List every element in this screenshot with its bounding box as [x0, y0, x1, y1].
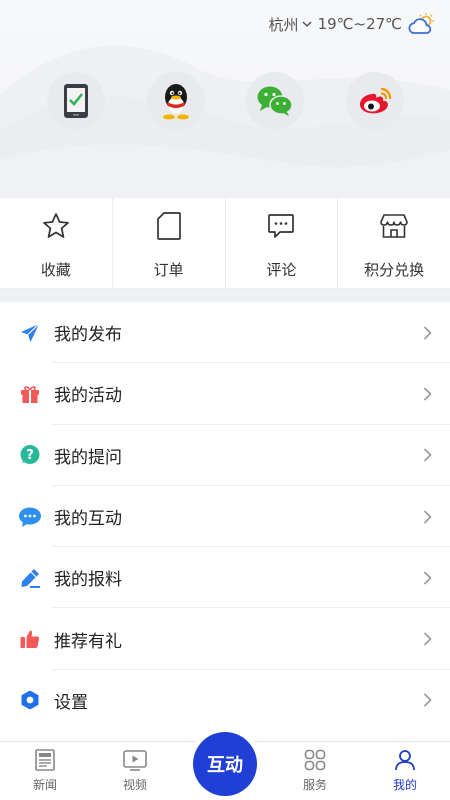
- menu-item-label: 我的提问: [54, 447, 122, 468]
- order-icon: [156, 212, 181, 240]
- menu-item-label: 我的发布: [54, 325, 122, 346]
- menu-item-label: 推荐有礼: [54, 631, 122, 652]
- quick-action-label: 收藏: [40, 261, 71, 279]
- profile-header: 杭州 19℃~27℃: [0, 0, 450, 197]
- grid-icon: [304, 749, 326, 771]
- interact-center-button[interactable]: 互动: [193, 732, 257, 796]
- weibo-login-button[interactable]: [346, 72, 404, 130]
- city-name: 杭州: [268, 15, 299, 34]
- city-selector[interactable]: 杭州: [269, 14, 312, 35]
- weibo-login-icon: [360, 87, 392, 114]
- menu-item-my-reports[interactable]: 我的报料: [0, 547, 450, 609]
- menu-item-my-questions[interactable]: ? 我的提问: [0, 425, 450, 487]
- menu-item-my-interactions[interactable]: 我的互动: [0, 486, 450, 548]
- shop-icon: [380, 214, 408, 238]
- profile-menu: 我的发布 我的活动 ? 我的提问 我的互动 我的报料 推荐有礼 设置: [0, 302, 450, 731]
- quick-action-label: 订单: [153, 261, 184, 279]
- chevron-right-icon: [423, 693, 432, 707]
- section-divider: [0, 289, 450, 302]
- partly-cloudy-icon: [408, 13, 434, 34]
- menu-item-label: 我的报料: [54, 570, 122, 591]
- chat-bubble-icon: [18, 505, 42, 529]
- tab-news[interactable]: 新闻: [0, 742, 90, 800]
- question-icon: ?: [18, 443, 42, 467]
- menu-item-label: 我的活动: [54, 386, 122, 407]
- chevron-right-icon: [423, 632, 432, 646]
- gift-icon: [18, 382, 42, 406]
- settings-hex-icon: [18, 688, 42, 712]
- chevron-right-icon: [423, 509, 432, 524]
- social-login-row: [0, 72, 450, 130]
- menu-item-my-posts[interactable]: 我的发布: [0, 302, 450, 364]
- wechat-login-button[interactable]: [246, 72, 304, 130]
- tab-services[interactable]: 服务: [270, 742, 360, 800]
- send-icon: [18, 321, 42, 345]
- thumbs-up-icon: [18, 627, 42, 651]
- tab-label: 服务: [302, 778, 327, 792]
- menu-item-label: 设置: [54, 692, 88, 713]
- phone-login-button[interactable]: [47, 72, 105, 130]
- tab-label: 视频: [122, 778, 147, 792]
- tab-label: 新闻: [32, 778, 57, 792]
- phone-login-icon: [64, 84, 88, 118]
- chevron-right-icon: [423, 326, 432, 340]
- chevron-down-icon: [302, 20, 312, 27]
- points-exchange-button[interactable]: 积分兑换: [338, 198, 450, 288]
- quick-actions-bar: 收藏 订单 评论 积分兑换: [0, 197, 450, 289]
- svg-text:?: ?: [26, 448, 34, 463]
- chevron-right-icon: [423, 571, 432, 585]
- qq-login-button[interactable]: [147, 72, 205, 130]
- favorites-button[interactable]: 收藏: [0, 198, 113, 288]
- menu-item-my-activities[interactable]: 我的活动: [0, 363, 450, 425]
- user-icon: [395, 750, 415, 771]
- pen-icon: [18, 566, 42, 590]
- orders-button[interactable]: 订单: [113, 198, 226, 288]
- menu-item-settings[interactable]: 设置: [0, 670, 450, 731]
- chevron-right-icon: [423, 448, 432, 462]
- qq-login-icon: [163, 84, 189, 120]
- quick-action-label: 积分兑换: [364, 261, 425, 279]
- wechat-login-icon: [257, 86, 293, 116]
- chevron-right-icon: [423, 387, 432, 401]
- video-icon: [123, 750, 147, 771]
- menu-item-label: 我的互动: [54, 509, 122, 530]
- weather-widget[interactable]: 杭州 19℃~27℃: [269, 12, 436, 36]
- news-icon: [35, 749, 55, 771]
- tab-label: 我的: [392, 778, 417, 792]
- temperature-range: 19℃~27℃: [317, 15, 402, 33]
- star-icon: [43, 213, 69, 238]
- quick-action-label: 评论: [266, 261, 297, 279]
- comment-icon: [268, 214, 295, 238]
- menu-item-referral-rewards[interactable]: 推荐有礼: [0, 608, 450, 671]
- tab-video[interactable]: 视频: [90, 742, 180, 800]
- comments-button[interactable]: 评论: [226, 198, 339, 288]
- tab-profile[interactable]: 我的: [360, 742, 450, 800]
